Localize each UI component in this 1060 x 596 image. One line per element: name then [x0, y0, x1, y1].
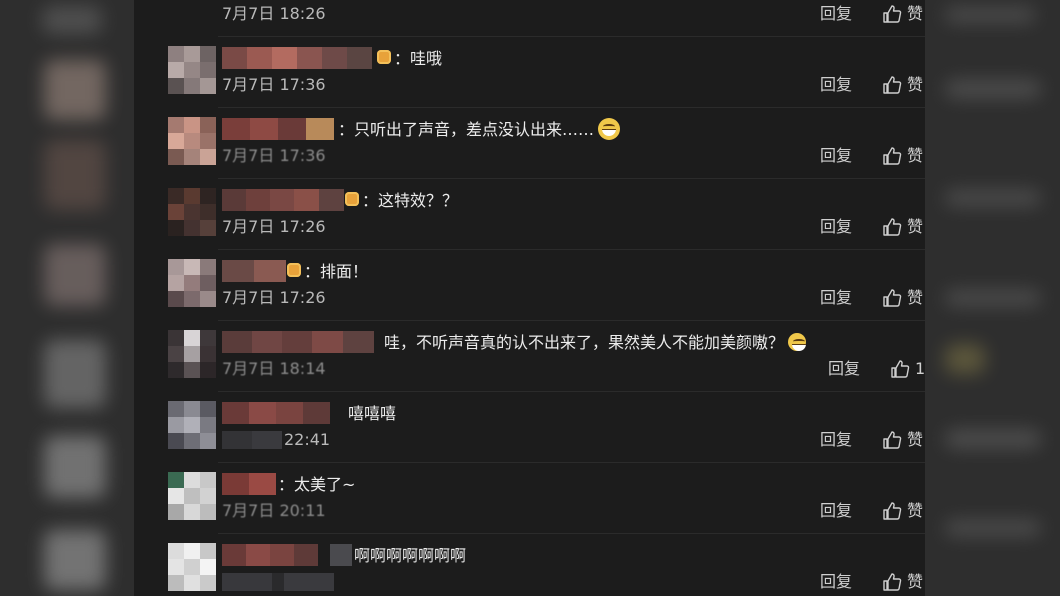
comment-item: 7月7日 18:26 回复 赞 [134, 0, 925, 37]
like-button[interactable]: 赞 [882, 2, 923, 26]
comment-text-content: 哇，不听声音真的认不出来了，果然美人不能加美颜嗷？ [384, 333, 785, 352]
comment-text: 啊啊啊啊啊啊啊 [354, 546, 467, 565]
comment-item: ：太美了~ 7月7日 20:11 回复 赞 [134, 463, 925, 534]
username-redacted [222, 118, 334, 140]
thumbs-up-icon [883, 431, 902, 449]
comment-text: ：只听出了声音，差点没认出来…… [338, 118, 621, 142]
comment-item: 嘻嘻嘻 22:41 回复 赞 [134, 392, 925, 463]
like-count: 1 [915, 359, 925, 378]
like-label: 赞 [907, 146, 924, 165]
comment-item: 哇，不听声音真的认不出来了，果然美人不能加美颜嗷？ 7月7日 18:14 回复 … [134, 321, 925, 392]
comment-timestamp: 7月7日 17:26 [222, 217, 326, 236]
like-label: 赞 [907, 217, 924, 236]
like-label: 赞 [907, 501, 924, 520]
username-redacted [222, 402, 330, 424]
sticker-emoji-icon [377, 50, 391, 64]
avatar [168, 401, 216, 449]
username-redacted [222, 47, 372, 69]
right-blurred-edge [925, 0, 1060, 596]
avatar [168, 259, 216, 307]
like-label: 赞 [907, 75, 924, 94]
comment-timestamp: 7月7日 17:36 [222, 75, 326, 94]
avatar [168, 188, 216, 236]
comment-timestamp: 22:41 [284, 430, 331, 449]
comment-text: ：这特效？？ [362, 191, 459, 210]
like-label: 赞 [907, 430, 924, 449]
grinning-face-icon [598, 118, 621, 140]
like-label: 赞 [907, 4, 924, 23]
like-button[interactable]: 1 [890, 357, 925, 381]
thumbs-up-icon [883, 289, 902, 307]
reply-button[interactable]: 回复 [820, 73, 852, 97]
like-label: 赞 [907, 288, 924, 307]
like-button[interactable]: 赞 [882, 499, 923, 523]
comment-item: ：只听出了声音，差点没认出来…… 7月7日 17:36 回复 赞 [134, 108, 925, 179]
comment-timestamp: 7月7日 17:36 [222, 146, 326, 165]
sticker-emoji-icon [345, 192, 359, 206]
reply-button[interactable]: 回复 [820, 2, 852, 26]
thumbs-up-icon [883, 502, 902, 520]
avatar [168, 330, 216, 378]
username-redacted [222, 260, 286, 282]
comment-text: 嘻嘻嘻 [348, 404, 397, 423]
avatar [168, 117, 216, 165]
username-redacted [222, 473, 276, 495]
thumbs-up-icon [891, 360, 910, 378]
thumbs-up-icon [883, 76, 902, 94]
comment-list: 7月7日 18:26 回复 赞 ：哇哦 7月7日 17:36 回复 赞 ：只听出… [134, 0, 925, 596]
reply-button[interactable]: 回复 [820, 499, 852, 523]
username-redacted [222, 331, 374, 353]
username-redacted [222, 189, 344, 211]
reply-button[interactable]: 回复 [820, 215, 852, 239]
like-button[interactable]: 赞 [882, 215, 923, 239]
like-label: 赞 [907, 572, 924, 591]
like-button[interactable]: 赞 [882, 428, 923, 452]
avatar [168, 543, 216, 591]
comment-text: ：太美了~ [278, 475, 356, 494]
username-redacted [222, 544, 318, 566]
like-button[interactable]: 赞 [882, 286, 923, 310]
comment-text-content: ：只听出了声音，差点没认出来…… [338, 120, 595, 139]
avatar [168, 472, 216, 520]
reply-button[interactable]: 回复 [820, 144, 852, 168]
thumbs-up-icon [883, 147, 902, 165]
left-blurred-edge [0, 0, 134, 596]
comment-item: ：这特效？？ 7月7日 17:26 回复 赞 [134, 179, 925, 250]
comment-timestamp: 7月7日 18:26 [222, 4, 326, 23]
thumbs-up-icon [883, 573, 902, 591]
thumbs-up-icon [883, 218, 902, 236]
like-button[interactable]: 赞 [882, 570, 923, 594]
comment-text: ：哇哦 [394, 49, 443, 68]
thumbs-up-icon [883, 5, 902, 23]
comment-item: 啊啊啊啊啊啊啊 回复 赞 [134, 534, 925, 596]
reply-button[interactable]: 回复 [820, 286, 852, 310]
comment-timestamp: 7月7日 17:26 [222, 288, 326, 307]
like-button[interactable]: 赞 [882, 73, 923, 97]
reply-button[interactable]: 回复 [820, 570, 852, 594]
date-redacted [222, 573, 334, 591]
avatar [168, 46, 216, 94]
comment-text: ：排面！ [304, 262, 369, 281]
like-button[interactable]: 赞 [882, 144, 923, 168]
grinning-face-icon [788, 333, 807, 351]
comment-item: ：哇哦 7月7日 17:36 回复 赞 [134, 37, 925, 108]
comment-item: ：排面！ 7月7日 17:26 回复 赞 [134, 250, 925, 321]
comment-timestamp: 7月7日 20:11 [222, 501, 326, 520]
date-redacted [222, 431, 282, 449]
comment-text: 哇，不听声音真的认不出来了，果然美人不能加美颜嗷？ [384, 331, 807, 355]
reply-button[interactable]: 回复 [820, 428, 852, 452]
reply-button[interactable]: 回复 [828, 357, 860, 381]
comment-timestamp: 7月7日 18:14 [222, 359, 326, 378]
sticker-emoji-icon [287, 263, 301, 277]
username-redacted [330, 544, 352, 566]
